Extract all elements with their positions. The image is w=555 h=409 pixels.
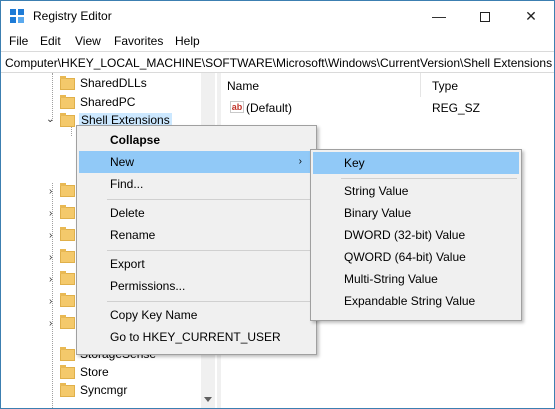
string-value-icon: ab	[230, 101, 244, 113]
menu-edit[interactable]: Edit	[40, 34, 61, 48]
chevron-right-icon[interactable]: ›	[49, 274, 52, 285]
maximize-button[interactable]	[462, 1, 508, 31]
value-name: (Default)	[246, 101, 293, 115]
chevron-right-icon[interactable]: ›	[49, 208, 52, 219]
menu-item-collapse[interactable]: Collapse	[79, 129, 314, 151]
chevron-right-icon[interactable]: ›	[49, 296, 52, 307]
menu-item-go-to-hkcu[interactable]: Go to HKEY_CURRENT_USER	[79, 326, 314, 348]
address-bar[interactable]: Computer\HKEY_LOCAL_MACHINE\SOFTWARE\Mic…	[1, 51, 554, 73]
menu-help[interactable]: Help	[175, 34, 200, 48]
menu-separator	[341, 178, 517, 179]
folder-icon	[60, 183, 75, 197]
folder-icon	[60, 76, 75, 90]
menu-separator	[107, 199, 312, 200]
folder-icon	[60, 249, 75, 263]
scroll-down-arrow-icon[interactable]	[204, 397, 212, 402]
window-title: Registry Editor	[33, 9, 112, 23]
folder-icon	[60, 271, 75, 285]
submenu-item-expandable-string-value[interactable]: Expandable String Value	[313, 290, 519, 312]
title-bar: Registry Editor — ✕	[1, 1, 554, 31]
close-button[interactable]: ✕	[508, 1, 554, 31]
close-icon: ✕	[525, 8, 537, 24]
submenu-item-binary-value[interactable]: Binary Value	[313, 202, 519, 224]
folder-icon	[60, 95, 75, 109]
submenu-item-string-value[interactable]: String Value	[313, 180, 519, 202]
tree-item-label: Store	[80, 365, 109, 379]
minimize-icon: —	[432, 8, 446, 24]
submenu-item-key[interactable]: Key	[313, 152, 519, 174]
chevron-right-icon[interactable]: ›	[49, 230, 52, 241]
tree-item-label: SharedPC	[80, 95, 136, 109]
address-path[interactable]: Computer\HKEY_LOCAL_MACHINE\SOFTWARE\Mic…	[5, 56, 552, 70]
submenu-item-dword-value[interactable]: DWORD (32-bit) Value	[313, 224, 519, 246]
chevron-right-icon: ›	[298, 156, 302, 167]
folder-icon	[60, 205, 75, 219]
chevron-right-icon[interactable]: ›	[49, 318, 52, 329]
folder-icon	[60, 383, 75, 397]
value-type: REG_SZ	[432, 101, 481, 115]
list-item[interactable]: ab (Default) REG_SZ	[221, 99, 554, 117]
tree-item-label: Syncmgr	[80, 383, 128, 397]
menu-bar: File Edit View Favorites Help	[1, 31, 554, 51]
menu-view[interactable]: View	[75, 34, 101, 48]
submenu-item-qword-value[interactable]: QWORD (64-bit) Value	[313, 246, 519, 268]
column-header-name[interactable]: Name	[221, 73, 421, 97]
menu-item-copy-key-name[interactable]: Copy Key Name	[79, 304, 314, 326]
maximize-icon	[480, 12, 490, 23]
context-menu: Collapse New › Find... Delete Rename Exp…	[76, 125, 317, 355]
folder-icon	[60, 315, 75, 329]
menu-item-rename[interactable]: Rename	[79, 224, 314, 246]
chevron-right-icon[interactable]: ›	[49, 186, 52, 197]
folder-icon	[60, 113, 75, 127]
menu-item-permissions[interactable]: Permissions...	[79, 275, 314, 297]
chevron-right-icon[interactable]: ›	[49, 252, 52, 263]
new-submenu: Key String Value Binary Value DWORD (32-…	[310, 149, 522, 321]
menu-item-find[interactable]: Find...	[79, 173, 314, 195]
folder-icon	[60, 347, 75, 361]
folder-icon	[60, 227, 75, 241]
menu-separator	[107, 250, 312, 251]
registry-editor-icon	[10, 9, 25, 24]
submenu-item-multi-string-value[interactable]: Multi-String Value	[313, 268, 519, 290]
menu-file[interactable]: File	[9, 34, 28, 48]
menu-item-export[interactable]: Export	[79, 253, 314, 275]
menu-separator	[107, 301, 312, 302]
folder-icon	[60, 365, 75, 379]
menu-favorites[interactable]: Favorites	[114, 34, 163, 48]
minimize-button[interactable]: —	[416, 1, 462, 31]
tree-item-label: SharedDLLs	[80, 76, 147, 90]
menu-item-new[interactable]: New ›	[79, 151, 314, 173]
column-header-type[interactable]: Type	[426, 73, 546, 97]
folder-icon	[60, 293, 75, 307]
menu-item-delete[interactable]: Delete	[79, 202, 314, 224]
chevron-down-icon[interactable]: ⌄	[46, 114, 54, 125]
